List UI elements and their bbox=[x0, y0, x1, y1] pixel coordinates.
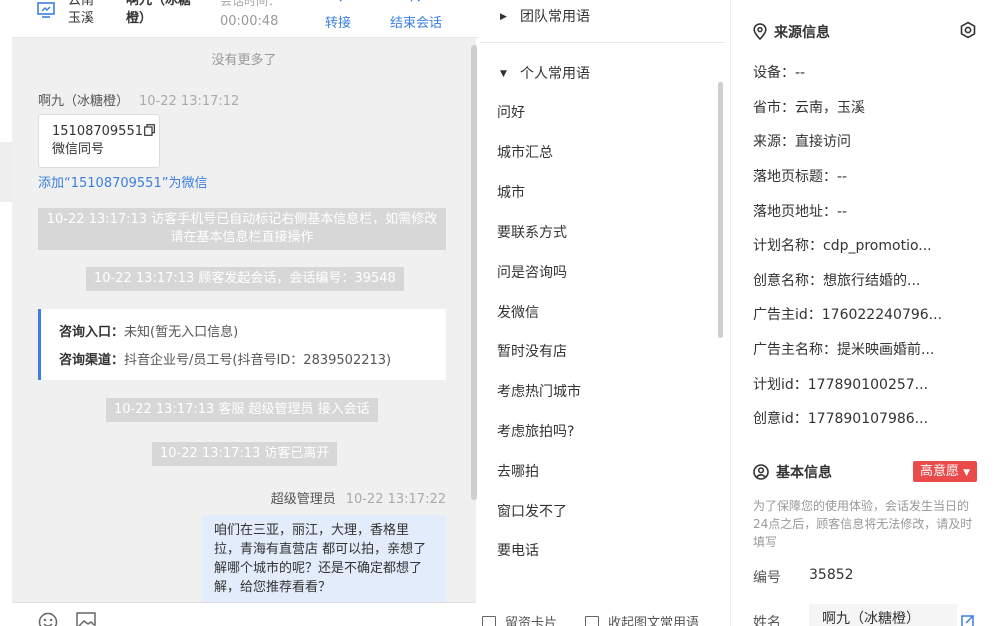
phrase-item[interactable]: 去哪拍 bbox=[497, 461, 539, 481]
info-row: 广告主名称：提米映画婚前... bbox=[753, 342, 935, 358]
intent-level-label: 高意愿 bbox=[919, 464, 959, 479]
personal-phrases-group[interactable]: ▼ 个人常用语 bbox=[500, 63, 590, 83]
phrases-scrollbar[interactable] bbox=[718, 82, 723, 338]
intent-level-select[interactable]: 高意愿 ▼ bbox=[913, 461, 977, 482]
system-message: 10-22 13:17:13 访客手机号已自动标记右侧基本信息栏，如需修改请在基… bbox=[38, 208, 446, 250]
visitor-message-name: 啊九（冰糖橙） bbox=[38, 94, 130, 109]
quick-phrases-panel: ▶ 团队常用语 ▼ 个人常用语 问好 城市汇总 城市 要联系方式 问是咨询吗 发微信… bbox=[480, 0, 730, 626]
transfer-label: 转接 bbox=[325, 16, 352, 31]
session-time-label: 会话时间： bbox=[220, 0, 281, 8]
phone-card[interactable]: 15108709551 微信同号 bbox=[38, 114, 160, 168]
transfer-button[interactable]: → 转接 bbox=[325, 0, 351, 31]
add-wechat-link[interactable]: 添加“15108709551”为微信 bbox=[38, 172, 207, 191]
end-session-button[interactable]: ↦ 结束会话 bbox=[390, 0, 442, 31]
phrase-item[interactable]: 窗口发不了 bbox=[497, 501, 567, 521]
basic-info-label: 基本信息 bbox=[776, 465, 832, 481]
agent-message-bubble: 咱们在三亚，丽江，大理，香格里拉，青海有直营店 都可以拍，亲想了解哪个城市的呢？… bbox=[202, 515, 446, 602]
system-message: 10-22 13:17:13 客服 超级管理员 接入会话 bbox=[106, 398, 378, 422]
emoji-icon[interactable] bbox=[38, 612, 58, 626]
phrase-item[interactable]: 暂时没有店 bbox=[497, 341, 567, 361]
phrase-item[interactable]: 考虑热门城市 bbox=[497, 381, 581, 401]
team-phrases-label: 团队常用语 bbox=[520, 9, 590, 25]
phrases-divider bbox=[480, 42, 725, 43]
edit-icon[interactable] bbox=[961, 614, 975, 626]
info-row: 省市：云南，玉溪 bbox=[753, 100, 865, 116]
collapse-phrases-label: 收起图文常用语 bbox=[608, 616, 700, 626]
copy-icon[interactable] bbox=[144, 124, 155, 136]
number-label: 编号 bbox=[753, 570, 781, 586]
visitor-info-panel: 来源信息 设备：-- 省市：云南，玉溪 来源：直接访问 落地页标题：-- 落地页… bbox=[730, 0, 995, 626]
end-session-label: 结束会话 bbox=[390, 16, 443, 31]
info-row: 计划名称：cdp_promotio... bbox=[753, 238, 932, 254]
phone-number: 15108709551 bbox=[52, 124, 143, 139]
info-row: 创意名称：想旅行结婚的... bbox=[753, 273, 921, 289]
phrase-item[interactable]: 发微信 bbox=[497, 302, 539, 322]
exit-icon: ↦ bbox=[390, 0, 442, 12]
agent-message-time: 10-22 13:17:22 bbox=[345, 492, 446, 507]
agent-message-name: 超级管理员 bbox=[270, 492, 336, 507]
monitor-icon bbox=[37, 2, 55, 18]
edit-notice: 为了保障您的使用体验，会话发生当日的24点之后，顾客信息将无法修改，请及时填写 bbox=[753, 499, 973, 549]
visitor-message-time: 10-22 13:17:12 bbox=[139, 94, 240, 109]
chat-history[interactable]: 没有更多了 啊九（冰糖橙） 10-22 13:17:12 15108709551 … bbox=[12, 38, 476, 602]
caret-down-icon: ▼ bbox=[500, 69, 507, 79]
phrase-item[interactable]: 城市汇总 bbox=[497, 142, 553, 162]
system-message: 10-22 13:17:13 访客已离开 bbox=[152, 442, 338, 466]
list-icon bbox=[585, 616, 599, 626]
personal-phrases-label: 个人常用语 bbox=[520, 66, 590, 82]
location-pin-icon bbox=[753, 23, 767, 41]
visitor-message-meta: 啊九（冰糖橙） 10-22 13:17:12 bbox=[38, 90, 239, 109]
source-info-title: 来源信息 bbox=[753, 22, 830, 42]
visitor-name: 啊九（冰糖橙） bbox=[126, 0, 192, 26]
info-row: 来源：直接访问 bbox=[753, 134, 851, 150]
info-row: 创意id：177890107986... bbox=[753, 411, 929, 427]
phrase-item[interactable]: 要联系方式 bbox=[497, 222, 567, 242]
entry-value: 未知(暂无入口信息) bbox=[124, 325, 239, 340]
phrase-item[interactable]: 考虑旅拍吗? bbox=[497, 421, 574, 441]
lead-card-button[interactable]: 留资卡片 bbox=[482, 612, 557, 626]
visitor-location: 云南玉溪 bbox=[68, 0, 95, 26]
chat-header: 云南玉溪 啊九（冰糖橙） 会话时间： 00:00:48 → 转接 ↦ 结束会话 bbox=[12, 0, 478, 38]
settings-icon[interactable] bbox=[959, 21, 977, 39]
source-info-label: 来源信息 bbox=[774, 25, 830, 41]
input-toolbar bbox=[12, 602, 476, 626]
info-row: 落地页标题：-- bbox=[753, 169, 848, 185]
transfer-icon: → bbox=[325, 0, 351, 12]
phrase-item[interactable]: 要电话 bbox=[497, 540, 539, 560]
lead-card-label: 留资卡片 bbox=[505, 616, 558, 626]
image-icon[interactable] bbox=[76, 612, 96, 626]
number-value: 35852 bbox=[809, 567, 854, 583]
chat-scrollbar[interactable] bbox=[471, 45, 477, 500]
basic-info-title: 基本信息 bbox=[753, 462, 832, 482]
consult-entry-card: 咨询入口：未知(暂无入口信息) 咨询渠道：抖音企业号/员工号(抖音号ID：283… bbox=[38, 309, 446, 380]
collapse-phrases-button[interactable]: 收起图文常用语 bbox=[585, 612, 699, 626]
left-strip bbox=[0, 142, 12, 202]
card-icon bbox=[482, 616, 496, 626]
caret-down-icon: ▼ bbox=[963, 468, 971, 478]
agent-message-meta: 超级管理员 10-22 13:17:22 bbox=[271, 488, 446, 507]
team-phrases-group[interactable]: ▶ 团队常用语 bbox=[500, 6, 590, 26]
info-row: 设备：-- bbox=[753, 65, 806, 81]
wechat-same-label: 微信同号 bbox=[52, 142, 105, 157]
caret-right-icon: ▶ bbox=[500, 12, 507, 22]
info-row: 广告主id：176022240796... bbox=[753, 307, 943, 323]
name-field[interactable] bbox=[809, 604, 957, 626]
phrase-item[interactable]: 城市 bbox=[497, 182, 525, 202]
entry-label: 咨询入口： bbox=[59, 325, 125, 340]
phrase-item[interactable]: 问好 bbox=[497, 102, 525, 122]
system-message: 10-22 13:17:13 顾客发起会话，会话编号：39548 bbox=[86, 267, 404, 291]
user-icon bbox=[753, 464, 769, 480]
session-time: 00:00:48 bbox=[220, 14, 279, 29]
info-row: 计划id：177890100257... bbox=[753, 377, 929, 393]
info-row: 落地页地址：-- bbox=[753, 204, 848, 220]
channel-value: 抖音企业号/员工号(抖音号ID：2839502213) bbox=[124, 353, 392, 368]
channel-label: 咨询渠道： bbox=[59, 353, 125, 368]
no-more-messages: 没有更多了 bbox=[211, 53, 277, 68]
name-label: 姓名 bbox=[753, 615, 781, 626]
phrase-item[interactable]: 问是咨询吗 bbox=[497, 262, 567, 282]
